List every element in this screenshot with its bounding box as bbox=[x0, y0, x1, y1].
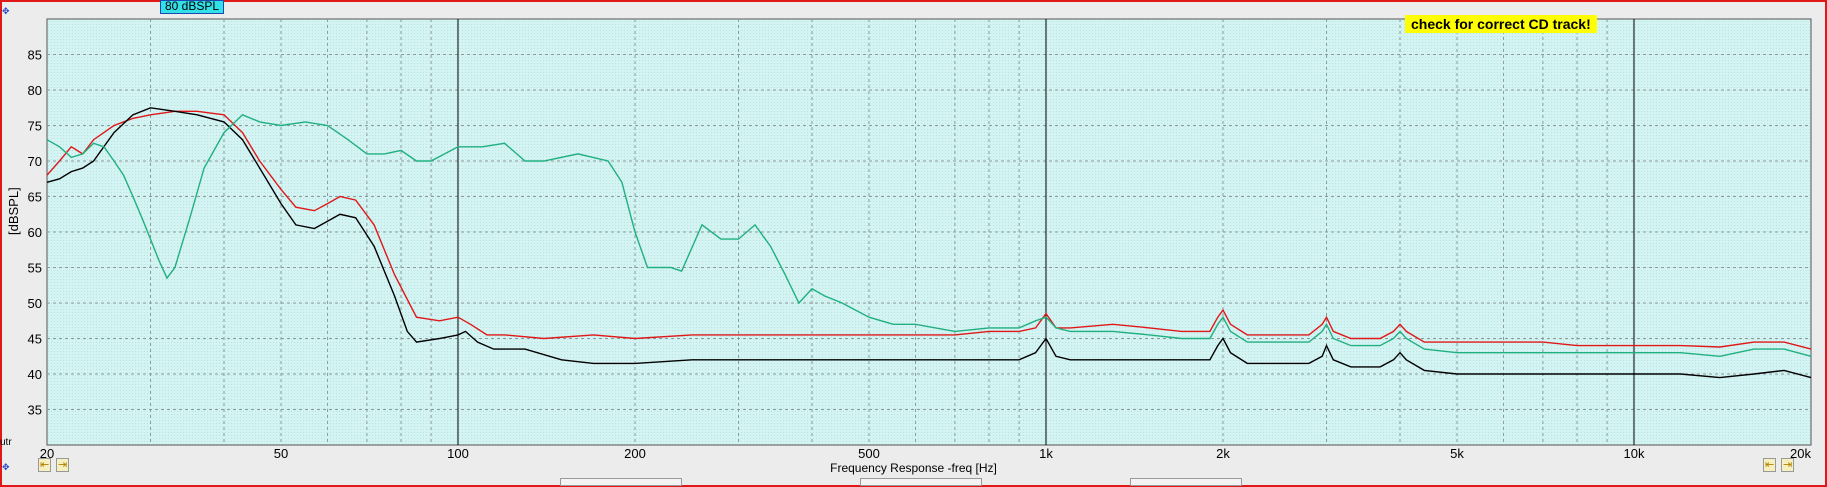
y-tick-label: 75 bbox=[28, 119, 42, 134]
x-tick-label: 200 bbox=[624, 446, 646, 461]
x-tick-label: 1k bbox=[1039, 446, 1053, 461]
x-tick-label: 500 bbox=[858, 446, 880, 461]
scroll-slot-3[interactable] bbox=[1130, 478, 1242, 486]
scroll-right-arrow-icon[interactable]: ⇥ bbox=[56, 458, 70, 472]
cd-track-notice: check for correct CD track! bbox=[1405, 15, 1597, 33]
x-tick-label: 10k bbox=[1624, 446, 1645, 461]
marker-icon-bottom[interactable]: ✥ bbox=[2, 462, 10, 473]
y-tick-label: 40 bbox=[28, 367, 42, 382]
corner-label: utr bbox=[0, 437, 12, 448]
x-tick-label: 50 bbox=[274, 446, 288, 461]
y-tick-label: 70 bbox=[28, 154, 42, 169]
y-tick-label: 45 bbox=[28, 332, 42, 347]
zoom-right-arrow-icon[interactable]: ⇥ bbox=[1781, 458, 1795, 472]
x-tick-label: 100 bbox=[447, 446, 469, 461]
scroll-slot-1[interactable] bbox=[560, 478, 682, 486]
scroll-left-arrow-icon[interactable]: ⇤ bbox=[38, 458, 52, 472]
y-tick-label: 50 bbox=[28, 296, 42, 311]
y-tick-label: 60 bbox=[28, 225, 42, 240]
zoom-left-arrow-icon[interactable]: ⇤ bbox=[1763, 458, 1777, 472]
y-axis-title: [dBSPL] bbox=[6, 187, 21, 235]
y-tick-label: 85 bbox=[28, 48, 42, 63]
y-tick-label: 65 bbox=[28, 190, 42, 205]
marker-icon-top[interactable]: ✥ bbox=[2, 6, 10, 17]
x-tick-label: 5k bbox=[1450, 446, 1464, 461]
scroll-slot-2[interactable] bbox=[860, 478, 982, 486]
y-tick-label: 80 bbox=[28, 83, 42, 98]
y-tick-label: 55 bbox=[28, 261, 42, 276]
x-axis-title: Frequency Response -freq [Hz] bbox=[830, 461, 997, 475]
x-tick-label: 2k bbox=[1216, 446, 1230, 461]
frequency-response-chart: 3540455055606570758085 20 50 100 200 500 1k 2k… bbox=[28, 18, 1812, 461]
level-badge: 80 dBSPL bbox=[160, 0, 225, 14]
y-tick-label: 35 bbox=[28, 403, 42, 418]
